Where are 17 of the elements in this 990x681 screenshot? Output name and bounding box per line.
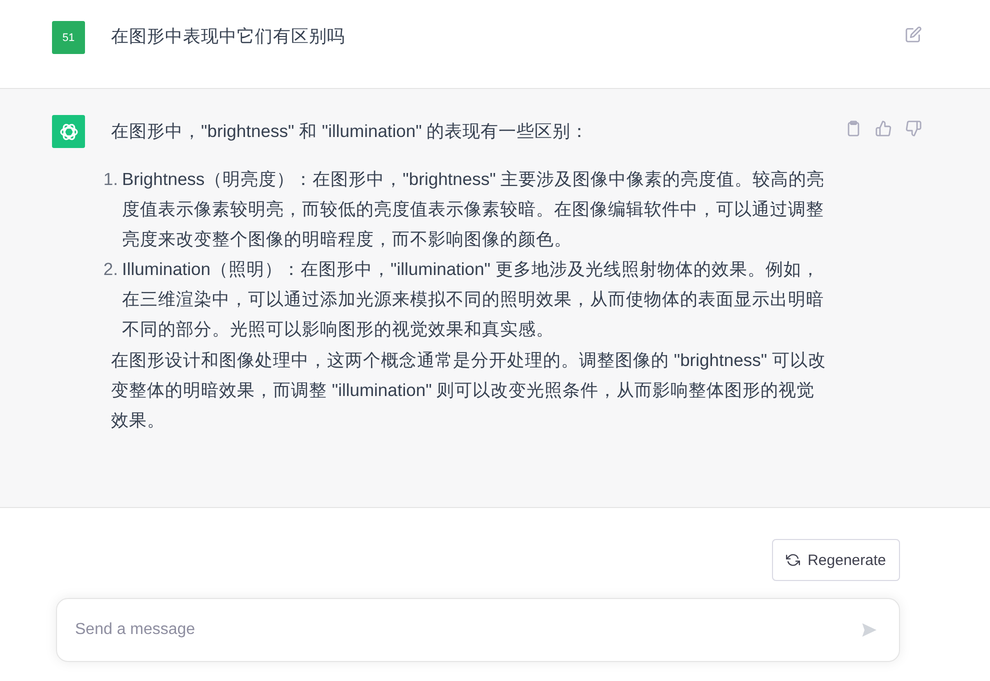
- list-number: 2.: [102, 258, 118, 281]
- list-item-text: Illumination（照明）：在图形中，"illumination" 更多地涉及光线照射物体的效果。例如，在三维渲染中，可以通过添加光源来模拟不同的照明效果，从而使物体的表面显示出明暗不同的部分。光照可以影响图形的视觉效果和真实感。: [122, 258, 825, 341]
- send-icon[interactable]: [860, 621, 878, 639]
- response-text: 在图形设计和图像处理中，这两个概念通常是分开处理的。调整图像的 "brightness" 可以改变整体的明暗效果，而调整 "illumination" 则可以改变光照条件，从而影响整体图形的视觉效果。: [111, 349, 827, 432]
- clipboard-icon[interactable]: [845, 120, 862, 137]
- regenerate-button[interactable]: Regenerate: [772, 539, 900, 581]
- thumbs-up-icon[interactable]: [875, 120, 892, 137]
- user-avatar: 51: [52, 21, 85, 54]
- refresh-icon: [786, 553, 800, 567]
- list-number: 1.: [102, 168, 118, 191]
- user-message: 在图形中表现中它们有区别吗: [111, 25, 346, 48]
- edit-icon[interactable]: [905, 26, 922, 43]
- response-text: 在图形中，"brightness" 和 "illumination" 的表现有一些区别：: [111, 120, 590, 143]
- assistant-avatar: [52, 115, 85, 148]
- list-item-text: Brightness（明亮度）：在图形中，"brightness" 主要涉及图像中像素的亮度值。较高的亮度值表示像素较明亮，而较低的亮度值表示像素较暗。在图像编辑软件中，可以通过调整亮度来改变整个图像的明暗程度，而不影响图像的颜色。: [122, 168, 826, 251]
- message-input[interactable]: Send a message: [56, 598, 900, 662]
- thumbs-down-icon[interactable]: [905, 120, 922, 137]
